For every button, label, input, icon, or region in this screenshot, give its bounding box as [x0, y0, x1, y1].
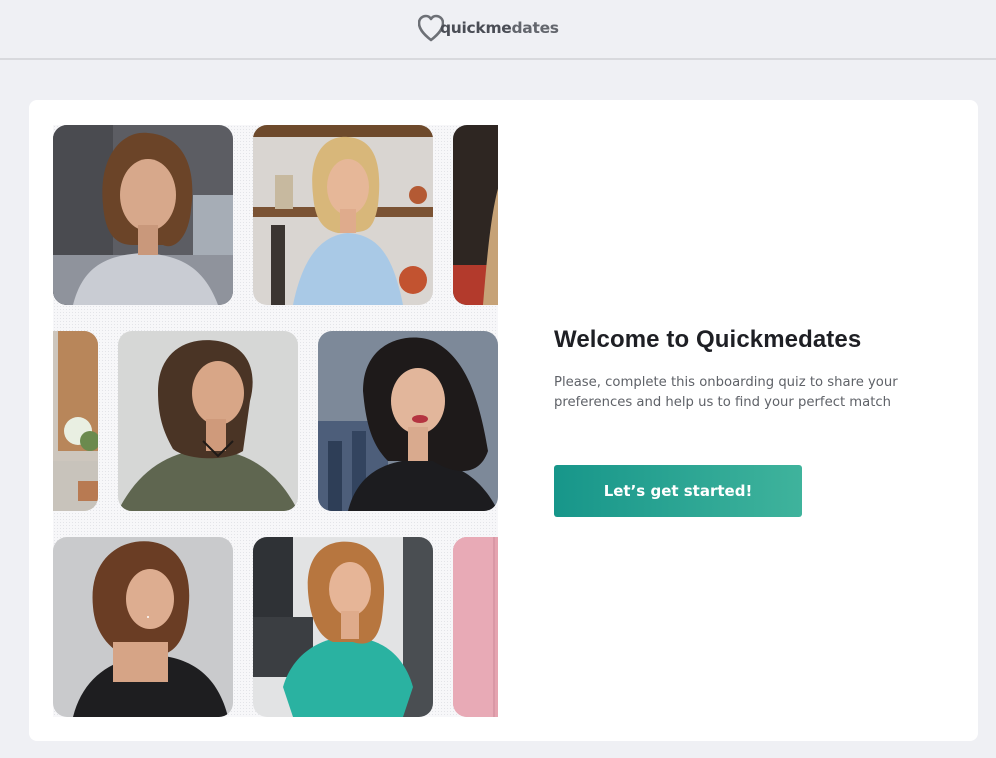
profile-photo-collage	[53, 125, 498, 717]
profile-photo	[453, 537, 498, 717]
top-header: quickmedates	[0, 0, 996, 60]
logo-text: quickmedates	[440, 19, 559, 37]
logo-text-dates: dates	[511, 19, 560, 37]
welcome-title: Welcome to Quickmedates	[554, 326, 862, 353]
get-started-button[interactable]: Let’s get started!	[554, 465, 802, 517]
profile-photo	[453, 125, 498, 305]
profile-photo	[253, 125, 433, 305]
profile-photo	[53, 125, 233, 305]
profile-photo	[53, 331, 98, 511]
quickmedates-logo[interactable]: quickmedates	[418, 11, 559, 47]
onboarding-card: Welcome to Quickmedates Please, complete…	[29, 100, 978, 741]
profile-photo	[118, 331, 298, 511]
profile-photo	[253, 537, 433, 717]
logo-text-quickme: quickme	[440, 19, 512, 37]
onboarding-description: Please, complete this onboarding quiz to…	[554, 375, 898, 410]
profile-photo	[53, 537, 233, 717]
profile-photo	[318, 331, 498, 511]
